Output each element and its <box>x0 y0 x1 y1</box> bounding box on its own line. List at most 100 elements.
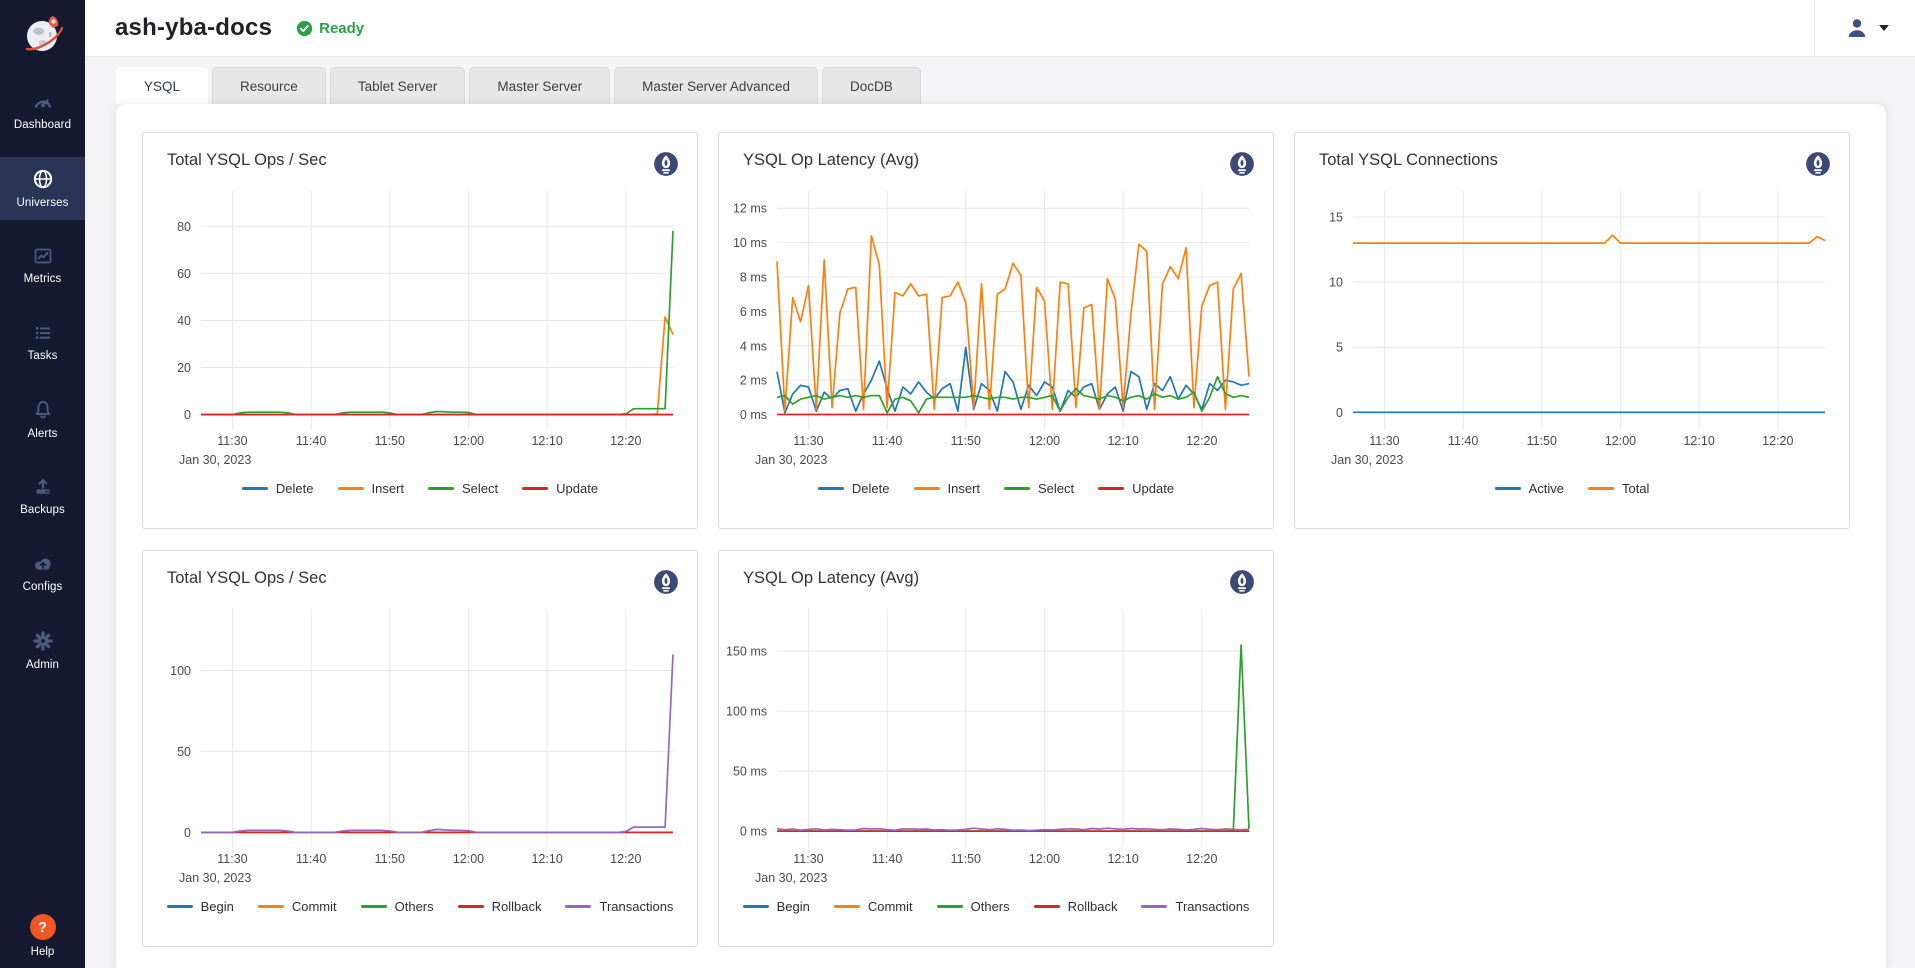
svg-text:6 ms: 6 ms <box>740 305 767 319</box>
svg-text:150 ms: 150 ms <box>726 645 767 659</box>
svg-text:0 ms: 0 ms <box>740 825 767 839</box>
user-menu-button[interactable] <box>1814 0 1915 56</box>
legend-line-swatch <box>834 905 860 908</box>
legend-line-swatch <box>258 905 284 908</box>
legend-item-commit[interactable]: Commit <box>834 899 913 914</box>
prometheus-icon[interactable] <box>1229 151 1255 177</box>
svg-text:12:20: 12:20 <box>1186 852 1217 866</box>
metrics-tab-bar: YSQLResourceTablet ServerMaster ServerMa… <box>116 67 1915 104</box>
svg-text:12:20: 12:20 <box>1762 434 1793 448</box>
legend-line-swatch <box>338 487 364 490</box>
legend-item-insert[interactable]: Insert <box>914 481 981 496</box>
svg-text:11:30: 11:30 <box>217 852 247 866</box>
tab-tablet-server[interactable]: Tablet Server <box>330 67 466 104</box>
backup-upload-icon <box>32 477 54 497</box>
legend-item-begin[interactable]: Begin <box>167 899 234 914</box>
sidebar-item-label: Metrics <box>24 273 62 285</box>
legend-item-rollback[interactable]: Rollback <box>458 899 542 914</box>
svg-text:11:50: 11:50 <box>951 852 981 866</box>
sidebar-item-admin[interactable]: Admin <box>0 619 85 682</box>
legend-line-swatch <box>522 487 548 490</box>
legend-label: Begin <box>201 899 234 914</box>
chart-plot: 05101511:3011:4011:5012:0012:1012:20Jan … <box>1295 179 1835 471</box>
x-axis-date-label: Jan 30, 2023 <box>179 871 251 885</box>
svg-text:12:00: 12:00 <box>1029 434 1060 448</box>
sidebar-item-label: Backups <box>20 504 65 516</box>
legend-item-others[interactable]: Others <box>937 899 1010 914</box>
prometheus-icon[interactable] <box>653 151 679 177</box>
sidebar-item-backups[interactable]: Backups <box>0 465 85 528</box>
legend-item-delete[interactable]: Delete <box>818 481 890 496</box>
legend-item-select[interactable]: Select <box>1004 481 1074 496</box>
svg-text:11:30: 11:30 <box>793 852 823 866</box>
sidebar-item-label: Universes <box>16 197 68 209</box>
tab-master-server-advanced[interactable]: Master Server Advanced <box>614 67 818 104</box>
sidebar-item-dashboard[interactable]: Dashboard <box>0 80 85 143</box>
bell-icon <box>32 399 54 421</box>
svg-text:11:50: 11:50 <box>375 852 405 866</box>
chevron-down-icon <box>1879 25 1889 31</box>
legend-item-active[interactable]: Active <box>1495 481 1564 496</box>
tab-resource[interactable]: Resource <box>212 67 326 104</box>
svg-text:11:50: 11:50 <box>951 434 981 448</box>
check-circle-icon <box>296 20 313 37</box>
svg-text:0: 0 <box>184 408 191 422</box>
svg-text:11:30: 11:30 <box>1369 434 1399 448</box>
sidebar-item-configs[interactable]: Configs <box>0 542 85 605</box>
chart-line-icon <box>32 246 54 266</box>
tab-ysql[interactable]: YSQL <box>116 67 208 104</box>
globe-icon <box>32 168 54 190</box>
chart-panel: YSQL Op Latency (Avg) 0 ms2 ms4 ms6 ms8 … <box>718 132 1274 529</box>
legend-item-transactions[interactable]: Transactions <box>1141 899 1249 914</box>
legend-item-total[interactable]: Total <box>1588 481 1649 496</box>
prometheus-icon[interactable] <box>1229 569 1255 595</box>
legend-item-others[interactable]: Others <box>361 899 434 914</box>
sidebar-item-metrics[interactable]: Metrics <box>0 234 85 297</box>
legend-line-swatch <box>1004 487 1030 490</box>
svg-text:11:50: 11:50 <box>375 434 405 448</box>
legend-item-delete[interactable]: Delete <box>242 481 314 496</box>
legend-label: Begin <box>777 899 810 914</box>
legend-item-update[interactable]: Update <box>522 481 598 496</box>
svg-text:60: 60 <box>177 267 191 281</box>
x-axis-date-label: Jan 30, 2023 <box>1331 453 1403 467</box>
legend-line-swatch <box>1588 487 1614 490</box>
chart-legend: Delete Insert Select Update <box>719 481 1273 496</box>
chart-title: Total YSQL Ops / Sec <box>167 151 327 170</box>
sidebar-item-help[interactable]: ? Help <box>0 914 85 958</box>
legend-line-swatch <box>818 487 844 490</box>
chart-legend: Active Total <box>1295 481 1849 496</box>
gauge-icon <box>32 92 54 112</box>
svg-text:12:10: 12:10 <box>1107 434 1138 448</box>
prometheus-icon[interactable] <box>653 569 679 595</box>
sidebar-item-alerts[interactable]: Alerts <box>0 388 85 451</box>
sidebar-item-tasks[interactable]: Tasks <box>0 311 85 374</box>
legend-item-rollback[interactable]: Rollback <box>1034 899 1118 914</box>
legend-item-insert[interactable]: Insert <box>338 481 405 496</box>
charts-grid: Total YSQL Ops / Sec 02040608011:3011:40… <box>142 132 1860 947</box>
x-axis-date-label: Jan 30, 2023 <box>179 453 251 467</box>
chart-plot: 0 ms2 ms4 ms6 ms8 ms10 ms12 ms11:3011:40… <box>719 179 1259 471</box>
legend-line-swatch <box>458 905 484 908</box>
prometheus-icon[interactable] <box>1805 151 1831 177</box>
svg-text:11:30: 11:30 <box>793 434 823 448</box>
legend-item-update[interactable]: Update <box>1098 481 1174 496</box>
chart-title: YSQL Op Latency (Avg) <box>743 151 919 170</box>
main-area: ash-yba-docs Ready YSQLResourceTablet Se… <box>85 0 1915 968</box>
sidebar-item-label: Tasks <box>28 350 58 362</box>
status-label: Ready <box>319 20 364 37</box>
legend-item-begin[interactable]: Begin <box>743 899 810 914</box>
legend-item-commit[interactable]: Commit <box>258 899 337 914</box>
svg-text:12 ms: 12 ms <box>733 202 767 216</box>
svg-text:12:00: 12:00 <box>453 434 484 448</box>
legend-item-transactions[interactable]: Transactions <box>565 899 673 914</box>
legend-item-select[interactable]: Select <box>428 481 498 496</box>
tab-master-server[interactable]: Master Server <box>469 67 610 104</box>
yugabyte-logo[interactable] <box>0 0 85 72</box>
tab-docdb[interactable]: DocDB <box>822 67 921 104</box>
legend-label: Others <box>971 899 1010 914</box>
svg-text:15: 15 <box>1329 211 1343 225</box>
svg-text:11:50: 11:50 <box>1527 434 1557 448</box>
chart-title: Total YSQL Ops / Sec <box>167 569 327 588</box>
sidebar-item-universes[interactable]: Universes <box>0 157 85 220</box>
